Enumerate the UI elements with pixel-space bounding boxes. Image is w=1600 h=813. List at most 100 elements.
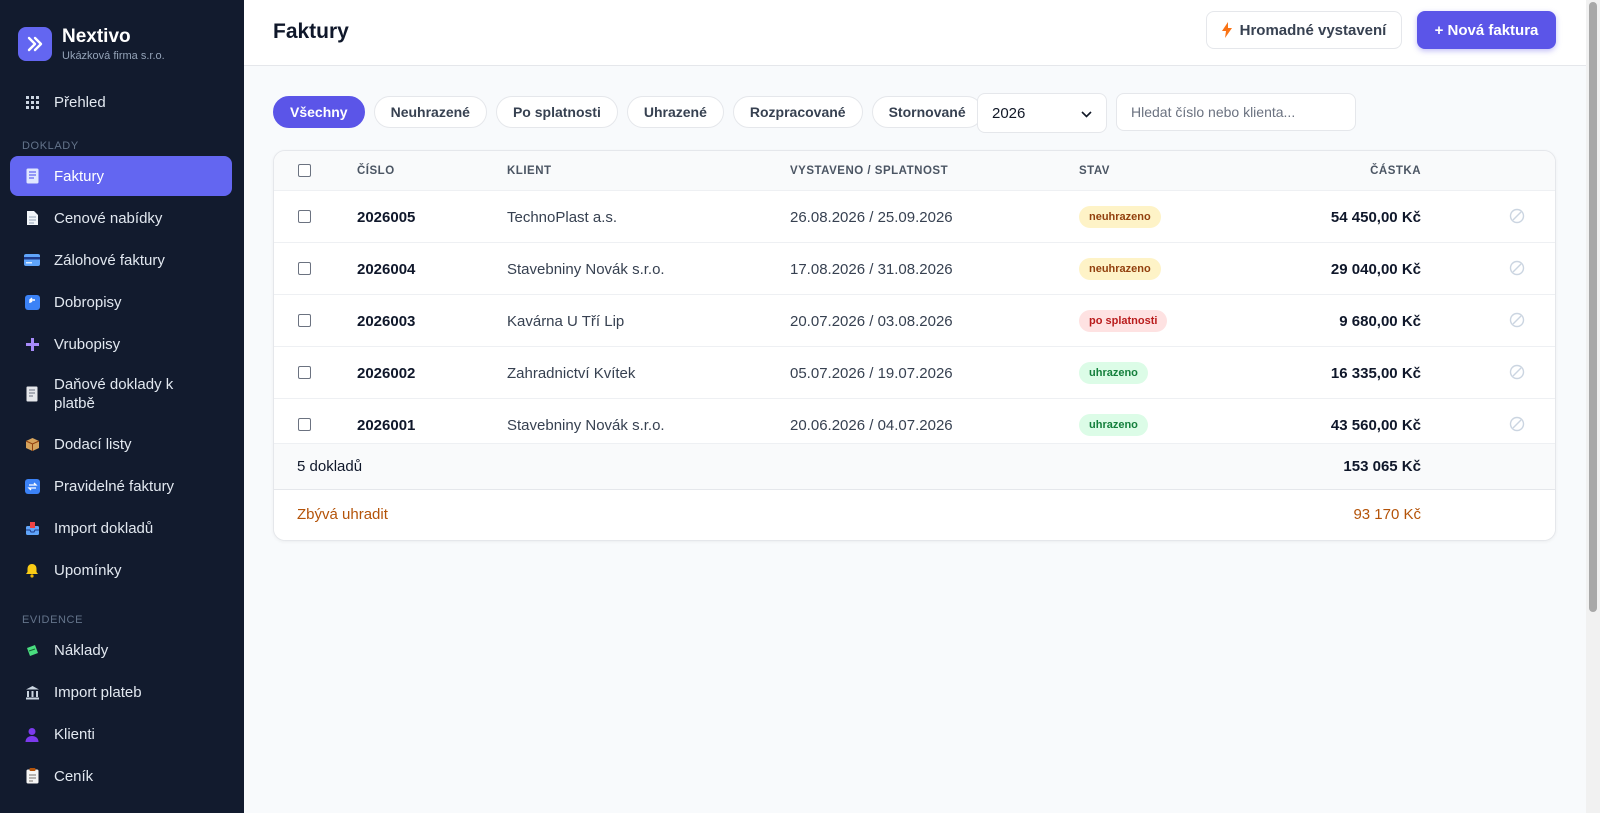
sidebar-item-label: Pravidelné faktury: [54, 477, 175, 495]
sidebar-item-faktury[interactable]: Faktury: [10, 156, 232, 196]
bulk-issue-button[interactable]: Hromadné vystavení: [1206, 11, 1402, 49]
status-badge: neuhrazeno: [1079, 258, 1161, 280]
table-row[interactable]: 2026002 Zahradnictví Kvítek 05.07.2026 /…: [274, 347, 1555, 399]
filter-chip-stornovane[interactable]: Stornované: [871, 96, 983, 128]
cancel-invoice-icon[interactable]: [1509, 312, 1525, 333]
issue-due-dates: 05.07.2026 / 19.07.2026: [790, 365, 953, 382]
table-row[interactable]: 2026001 Stavebniny Novák s.r.o. 20.06.20…: [274, 399, 1555, 444]
status-badge: uhrazeno: [1079, 362, 1148, 384]
sidebar-item-label: Ceník: [54, 767, 94, 785]
user-icon: [24, 726, 40, 742]
brand-name: Nextivo: [62, 25, 131, 47]
cancel-invoice-icon[interactable]: [1509, 364, 1525, 385]
cancel-invoice-icon[interactable]: [1509, 208, 1525, 229]
sidebar-item-label: Klienti: [54, 725, 95, 743]
table-total-row: 5 dokladů 153 065 Kč: [274, 444, 1555, 490]
client-name: TechnoPlast a.s.: [507, 209, 618, 226]
amount: 29 040,00 Kč: [1330, 261, 1421, 278]
invoice-number[interactable]: 2026003: [357, 313, 415, 330]
sidebar-item-label: Dobropisy: [54, 293, 122, 311]
sidebar-item-cenove-nabidky[interactable]: Cenové nabídky: [10, 198, 232, 238]
sidebar-item-naklady[interactable]: Náklady: [10, 630, 232, 670]
client-name: Zahradnictví Kvítek: [507, 365, 636, 382]
filter-chip-uhrazene[interactable]: Uhrazené: [626, 96, 724, 128]
table-row[interactable]: 2026003 Kavárna U Tří Lip 20.07.2026 / 0…: [274, 295, 1555, 347]
filter-chip-po-splatnosti[interactable]: Po splatnosti: [495, 96, 618, 128]
remaining-label: Zbývá uhradit: [297, 506, 388, 523]
plus-icon: [24, 336, 40, 352]
cancel-invoice-icon[interactable]: [1509, 416, 1525, 437]
table-row[interactable]: 2026005 TechnoPlast a.s. 26.08.2026 / 25…: [274, 191, 1555, 243]
invoice-number[interactable]: 2026005: [357, 209, 415, 226]
sidebar-item-label: Dodací listy: [54, 435, 132, 453]
sidebar-item-label: Upomínky: [54, 561, 122, 579]
issue-due-dates: 17.08.2026 / 31.08.2026: [790, 261, 953, 278]
status-badge: neuhrazeno: [1079, 206, 1161, 228]
issue-due-dates: 20.07.2026 / 03.08.2026: [790, 313, 953, 330]
issue-due-dates: 26.08.2026 / 25.09.2026: [790, 209, 953, 226]
sidebar-item-label: Import plateb: [54, 683, 142, 701]
client-name: Stavebniny Novák s.r.o.: [507, 417, 665, 434]
sidebar-item-cenik[interactable]: Ceník: [10, 756, 232, 796]
sidebar-item-label: Přehled: [54, 93, 106, 111]
sidebar-item-prehled[interactable]: Přehled: [10, 82, 232, 122]
repeat-icon: [24, 478, 40, 494]
sidebar-item-import-plateb[interactable]: Import plateb: [10, 672, 232, 712]
filter-chip-rozpracovane[interactable]: Rozpracované: [732, 96, 863, 128]
status-badge: uhrazeno: [1079, 414, 1148, 436]
company-name: Ukázková firma s.r.o.: [62, 49, 165, 62]
row-checkbox[interactable]: [298, 262, 311, 275]
amount: 43 560,00 Kč: [1330, 417, 1421, 434]
table-row[interactable]: 2026004 Stavebniny Novák s.r.o. 17.08.20…: [274, 243, 1555, 295]
column-header-amount[interactable]: ČÁSTKA: [1370, 165, 1421, 177]
row-checkbox[interactable]: [298, 210, 311, 223]
page-title: Faktury: [273, 20, 349, 43]
invoice-table: ČÍSLO KLIENT VYSTAVENO / SPLATNOST STAV …: [273, 150, 1556, 541]
invoice-number[interactable]: 2026001: [357, 417, 415, 434]
sidebar-item-upominky[interactable]: Upomínky: [10, 550, 232, 590]
lightning-icon: [1221, 22, 1232, 38]
column-header-number[interactable]: ČÍSLO: [357, 165, 395, 177]
sidebar-item-pravidelne-faktury[interactable]: Pravidelné faktury: [10, 466, 232, 506]
row-checkbox[interactable]: [298, 418, 311, 431]
page-scrollbar[interactable]: [1586, 0, 1600, 813]
sidebar-item-zalohove-faktury[interactable]: Zálohové faktury: [10, 240, 232, 280]
row-checkbox[interactable]: [298, 366, 311, 379]
brand[interactable]: Nextivo Ukázková firma s.r.o.: [0, 0, 244, 66]
column-header-status[interactable]: STAV: [1079, 165, 1110, 177]
client-name: Kavárna U Tří Lip: [507, 313, 625, 330]
filter-chip-vsechny[interactable]: Všechny: [273, 96, 365, 128]
sidebar-nav: Přehled DOKLADY Faktury Cenové nabídky Z…: [0, 82, 244, 796]
sidebar-item-danove-doklady[interactable]: Daňové doklady k platbě: [10, 366, 232, 422]
sidebar-item-label: Zálohové faktury: [54, 251, 165, 269]
column-header-dates[interactable]: VYSTAVENO / SPLATNOST: [790, 165, 948, 177]
invoice-number[interactable]: 2026004: [357, 261, 415, 278]
invoice-number[interactable]: 2026002: [357, 365, 415, 382]
card-icon: [24, 252, 40, 268]
sidebar-item-label: Daňové doklady k platbě: [54, 376, 174, 412]
row-checkbox[interactable]: [298, 314, 311, 327]
page-header: Faktury Hromadné vystavení + Nová faktur…: [244, 0, 1586, 66]
table-header: ČÍSLO KLIENT VYSTAVENO / SPLATNOST STAV …: [274, 151, 1555, 191]
select-all-checkbox[interactable]: [298, 164, 311, 177]
receipt-icon: [24, 386, 40, 402]
sidebar-item-vrubopisy[interactable]: Vrubopisy: [10, 324, 232, 364]
sidebar-item-dodaci-listy[interactable]: Dodací listy: [10, 424, 232, 464]
column-header-client[interactable]: KLIENT: [507, 165, 552, 177]
sidebar-item-dobropisy[interactable]: Dobropisy: [10, 282, 232, 322]
sidebar-item-klienti[interactable]: Klienti: [10, 714, 232, 754]
new-invoice-button[interactable]: + Nová faktura: [1417, 11, 1556, 49]
year-select[interactable]: 2026: [977, 93, 1107, 133]
inbox-icon: [24, 520, 40, 536]
filter-chip-neuhrazene[interactable]: Neuhrazené: [373, 96, 487, 128]
scrollbar-thumb[interactable]: [1589, 2, 1597, 612]
sidebar-item-label: Vrubopisy: [54, 335, 121, 353]
sidebar-item-label: Náklady: [54, 641, 109, 659]
search-input[interactable]: [1116, 93, 1356, 131]
amount: 54 450,00 Kč: [1330, 209, 1421, 226]
sidebar-item-label: Import dokladů: [54, 519, 154, 537]
cancel-invoice-icon[interactable]: [1509, 260, 1525, 281]
section-heading-doklady: DOKLADY: [22, 140, 79, 152]
table-remaining-row: Zbývá uhradit 93 170 Kč: [274, 490, 1555, 540]
sidebar-item-import-dokladu[interactable]: Import dokladů: [10, 508, 232, 548]
